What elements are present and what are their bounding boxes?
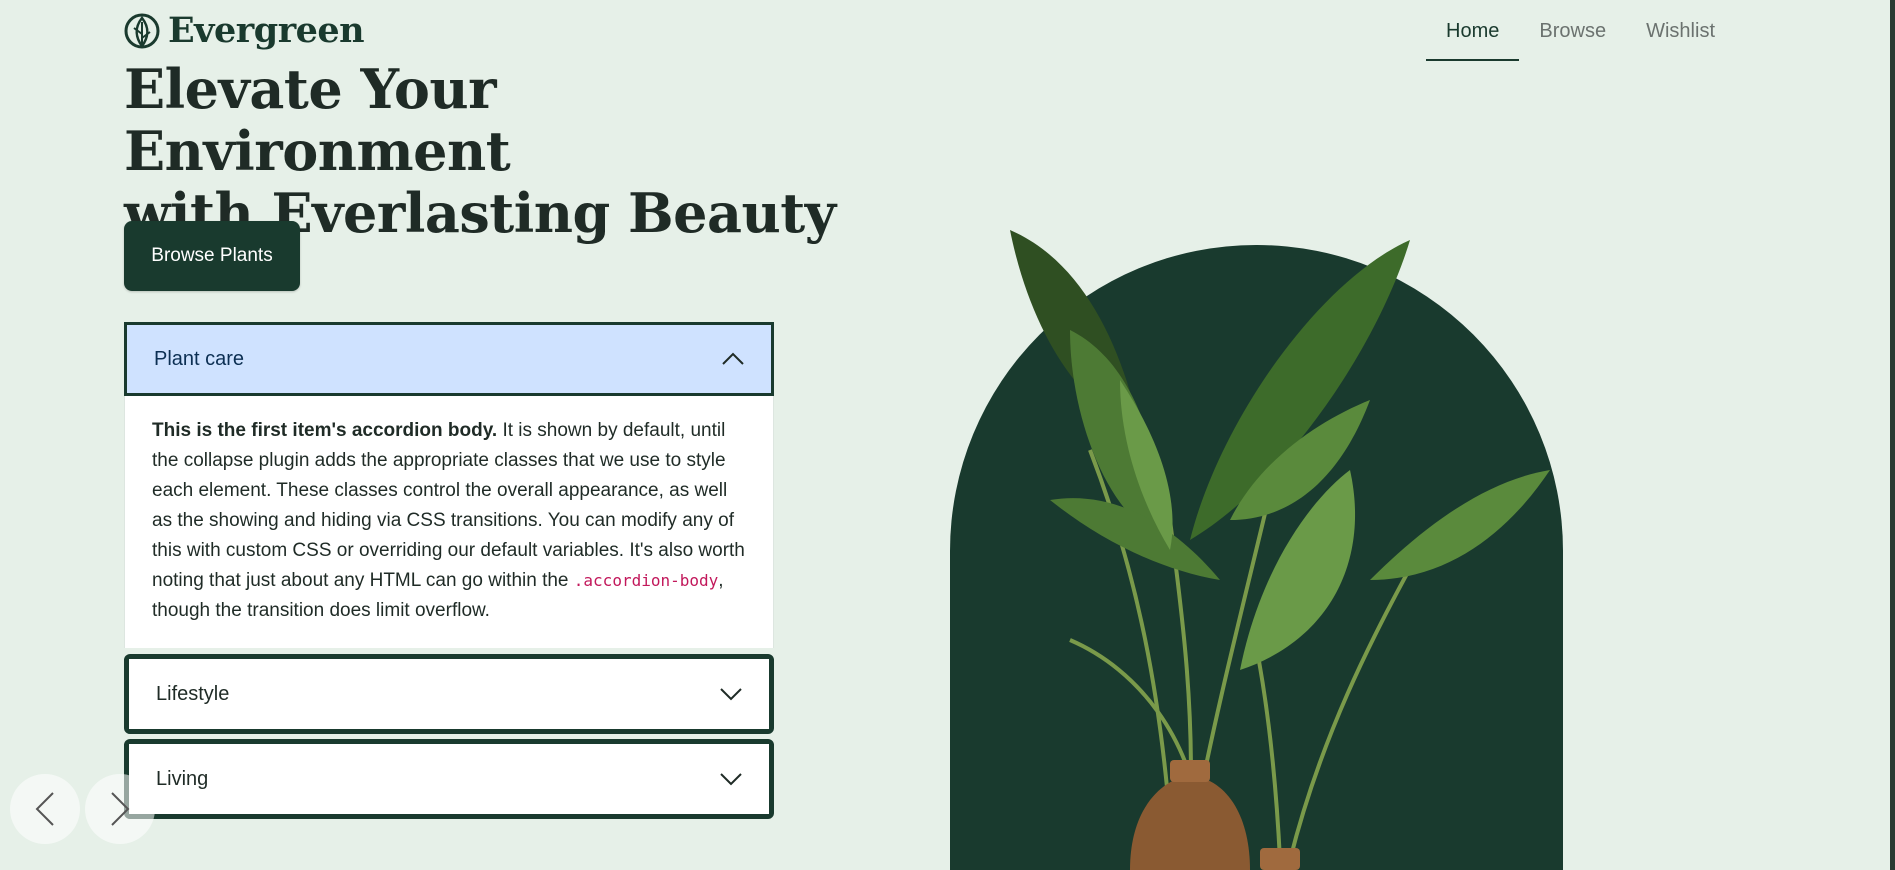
browse-plants-button[interactable]: Browse Plants	[124, 221, 300, 291]
hero-title-line1: Elevate Your Environment	[124, 57, 511, 183]
accordion-body-code: .accordion-body	[573, 571, 719, 590]
chevron-down-icon	[720, 773, 742, 786]
nav-browse[interactable]: Browse	[1519, 0, 1626, 61]
brand-name: Evergreen	[168, 10, 365, 51]
leaf-icon	[124, 13, 160, 48]
carousel-prev-button[interactable]	[10, 774, 80, 844]
brand[interactable]: Evergreen	[124, 10, 365, 51]
accordion-title: Living	[156, 767, 209, 790]
main-nav: Home Browse Wishlist	[1426, 0, 1735, 61]
window-edge	[1890, 0, 1895, 870]
carousel-next-button[interactable]	[85, 774, 155, 844]
accordion-body-plant-care: This is the first item's accordion body.…	[124, 396, 774, 648]
hero-title: Elevate Your Environment with Everlastin…	[124, 58, 884, 244]
accordion-item-plant-care: Plant care	[124, 322, 774, 396]
chevron-up-icon	[722, 352, 744, 365]
accordion-header-lifestyle[interactable]: Lifestyle	[129, 659, 769, 729]
accordion: Plant care This is the first item's acco…	[124, 322, 774, 824]
nav-wishlist[interactable]: Wishlist	[1626, 0, 1735, 61]
chevron-left-icon	[35, 792, 54, 826]
accordion-body-strong: This is the first item's accordion body.	[152, 420, 498, 441]
chevron-right-icon	[111, 792, 130, 826]
accordion-item-living: Living	[124, 739, 774, 819]
plant-image	[1010, 230, 1550, 870]
accordion-header-living[interactable]: Living	[129, 744, 769, 814]
accordion-body-text: It is shown by default, until the collap…	[152, 420, 745, 591]
accordion-header-plant-care[interactable]: Plant care	[124, 322, 774, 396]
chevron-down-icon	[720, 688, 742, 701]
accordion-item-lifestyle: Lifestyle	[124, 654, 774, 734]
nav-home[interactable]: Home	[1426, 0, 1520, 61]
accordion-title: Plant care	[154, 347, 245, 370]
accordion-title: Lifestyle	[156, 682, 230, 705]
